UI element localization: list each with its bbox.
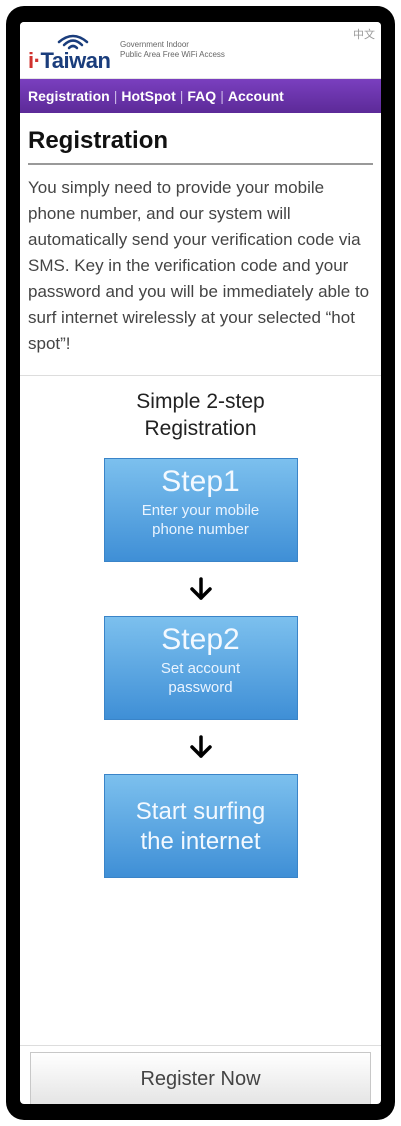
phone-frame: i·Taiwan Government Indoor Public Area F… [6,6,395,1120]
nav-item-registration[interactable]: Registration [28,88,110,104]
step-1-title: Step1 [161,465,240,498]
step-2-desc-line-1: Set account [160,660,241,677]
bottom-divider [20,1045,381,1046]
step-3-box: Start surfing the internet [103,774,298,878]
step-1-desc-line-2: phone number [152,521,249,538]
step-3-line-1: Start surfing [135,798,266,825]
step-2-box: Step2 Set account password [103,616,298,720]
steps-heading-line-2: Registration [144,417,257,440]
arrow-down-icon [20,562,381,616]
language-switch-link[interactable]: 中文 [353,26,375,42]
arrow-down-icon [20,720,381,774]
step-1-box: Step1 Enter your mobile phone number [103,458,298,562]
step-3-line-2: the internet [140,828,261,855]
nav-item-account[interactable]: Account [228,88,284,104]
step-2-title: Step2 [161,623,240,656]
logo-taiwan: Taiwan [40,48,111,73]
tagline: Government Indoor Public Area Free WiFi … [120,40,225,60]
intro-paragraph: You simply need to provide your mobile p… [28,178,370,353]
nav-separator: | [113,88,118,104]
step-1-desc-line-1: Enter your mobile [141,502,260,519]
tagline-line-2: Public Area Free WiFi Access [120,50,225,59]
page-title: Registration [28,127,373,165]
nav-item-hotspot[interactable]: HotSpot [121,88,175,104]
brand-header: i·Taiwan Government Indoor Public Area F… [20,22,381,79]
register-now-button[interactable]: Register Now [30,1052,371,1104]
step-2-desc-line-2: password [168,679,233,696]
nav-separator: | [220,88,224,104]
main-nav: Registration | HotSpot | FAQ | Account [20,79,381,113]
steps-heading: Simple 2-step Registration [20,388,381,442]
page: i·Taiwan Government Indoor Public Area F… [0,0,401,1126]
itaiwan-logo[interactable]: i·Taiwan [28,32,118,74]
section-divider [20,375,381,376]
logo-wordmark: i·Taiwan [28,48,111,74]
nav-item-faq[interactable]: FAQ [187,88,216,104]
tagline-line-1: Government Indoor [120,40,189,49]
steps-heading-line-1: Simple 2-step [136,390,265,413]
nav-separator: | [179,88,184,104]
phone-screen: i·Taiwan Government Indoor Public Area F… [20,22,381,1104]
